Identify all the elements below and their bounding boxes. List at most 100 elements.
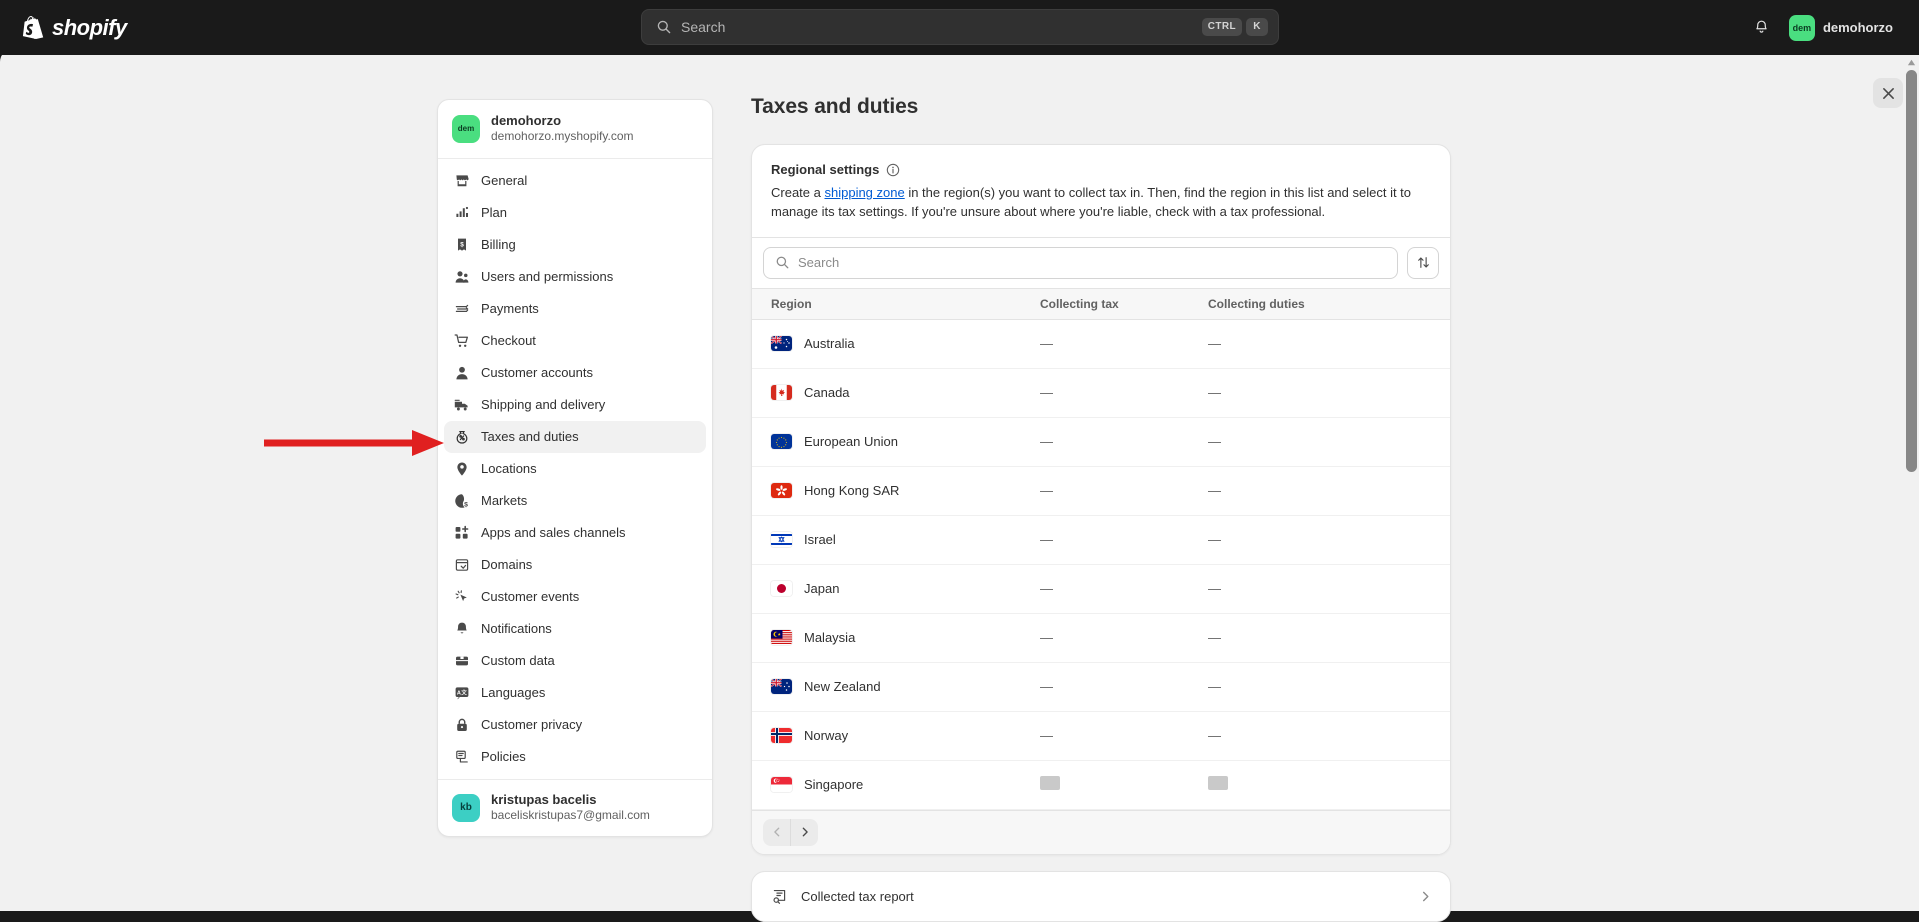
region-name: Norway (804, 728, 848, 743)
info-icon[interactable] (886, 163, 900, 177)
report-icon (771, 888, 788, 905)
sidebar-item-customer-privacy[interactable]: Customer privacy (444, 709, 706, 741)
table-row[interactable]: European Union — — (752, 417, 1450, 466)
sidebar-item-label: Users and permissions (481, 269, 613, 284)
collecting-duties-value: — (1208, 483, 1221, 498)
shipping-zone-link[interactable]: shipping zone (824, 185, 904, 200)
collecting-duties-value: — (1208, 434, 1221, 449)
language-icon: A文 (453, 684, 470, 701)
shopify-logo[interactable]: shopify (22, 15, 127, 41)
global-search-bar[interactable]: CTRL K (641, 9, 1279, 45)
sidebar-item-label: Custom data (481, 653, 555, 668)
sort-button[interactable] (1407, 247, 1439, 279)
user-account-footer[interactable]: kb kristupas bacelis baceliskristupas7@g… (438, 779, 712, 836)
table-row[interactable]: New Zealand — — (752, 662, 1450, 711)
sidebar-item-locations[interactable]: Locations (444, 453, 706, 485)
sidebar-item-label: General (481, 173, 527, 188)
sidebar-item-policies[interactable]: Policies (444, 741, 706, 773)
page-scrollbar-thumb[interactable] (1906, 70, 1917, 472)
search-icon (656, 19, 672, 35)
table-header: Region Collecting tax Collecting duties (752, 288, 1450, 319)
flag-au (771, 336, 792, 351)
table-row[interactable]: Singapore (752, 760, 1450, 809)
flag-jp (771, 581, 792, 596)
sidebar-item-customer-events[interactable]: Customer events (444, 581, 706, 613)
global-search-input[interactable] (681, 19, 1202, 35)
chevron-left-icon (772, 827, 782, 837)
store-switcher[interactable]: dem demohorzo demohorzo.myshopify.com (438, 100, 712, 159)
flag-no (771, 728, 792, 743)
store-icon (453, 172, 470, 189)
table-row[interactable]: Japan — — (752, 564, 1450, 613)
user-email: baceliskristupas7@gmail.com (491, 808, 650, 824)
sidebar-item-plan[interactable]: Plan (444, 197, 706, 229)
flag-nz (771, 679, 792, 694)
close-icon (1882, 87, 1895, 100)
settings-nav-list: General Plan $ Billing Users and permiss… (438, 159, 712, 779)
table-row[interactable]: Malaysia — — (752, 613, 1450, 662)
sidebar-item-domains[interactable]: Domains (444, 549, 706, 581)
bell-icon (453, 620, 470, 637)
sidebar-item-label: Plan (481, 205, 507, 220)
chevron-right-icon (800, 827, 810, 837)
close-settings-button[interactable] (1873, 78, 1903, 108)
sidebar-item-label: Policies (481, 749, 526, 764)
scroll-up-arrow-icon[interactable] (1907, 58, 1916, 67)
sidebar-item-label: Domains (481, 557, 532, 572)
sidebar-item-notifications[interactable]: Notifications (444, 613, 706, 645)
sidebar-item-billing[interactable]: $ Billing (444, 229, 706, 261)
account-menu-button[interactable]: dem demohorzo (1785, 11, 1903, 45)
flag-sg (771, 777, 792, 792)
flag-my (771, 630, 792, 645)
sort-icon (1416, 255, 1431, 270)
notifications-button[interactable] (1745, 11, 1779, 45)
collecting-tax-value: — (1040, 336, 1053, 351)
section-description: Create a shipping zone in the region(s) … (771, 184, 1431, 222)
table-row[interactable]: Israel — — (752, 515, 1450, 564)
sidebar-item-label: Payments (481, 301, 539, 316)
table-row[interactable]: Australia — — (752, 319, 1450, 368)
chart-icon (453, 204, 470, 221)
pagination-next-button[interactable] (791, 819, 818, 846)
flag-il (771, 532, 792, 547)
collecting-duties-loading-skeleton (1208, 776, 1228, 790)
apps-icon (453, 524, 470, 541)
search-icon (775, 255, 790, 270)
user-avatar: kb (452, 794, 480, 822)
settings-sidebar: dem demohorzo demohorzo.myshopify.com Ge… (437, 99, 713, 837)
collecting-duties-value: — (1208, 728, 1221, 743)
column-header-collecting-duties: Collecting duties (1208, 288, 1450, 319)
region-name: Malaysia (804, 630, 855, 645)
regional-settings-card: Regional settings Create a shipping zone… (751, 144, 1451, 855)
cursor-click-icon (453, 588, 470, 605)
sidebar-item-languages[interactable]: A文 Languages (444, 677, 706, 709)
sidebar-item-custom-data[interactable]: Custom data (444, 645, 706, 677)
column-header-collecting-tax: Collecting tax (1040, 288, 1208, 319)
collecting-tax-value: — (1040, 581, 1053, 596)
region-name: Hong Kong SAR (804, 483, 899, 498)
regions-search-input[interactable] (798, 255, 1386, 270)
sidebar-item-label: Apps and sales channels (481, 525, 626, 540)
pagination-previous-button[interactable] (763, 819, 790, 846)
sidebar-item-markets[interactable]: $ Markets (444, 485, 706, 517)
sidebar-item-users-and-permissions[interactable]: Users and permissions (444, 261, 706, 293)
sidebar-item-checkout[interactable]: Checkout (444, 325, 706, 357)
sidebar-item-customer-accounts[interactable]: Customer accounts (444, 357, 706, 389)
table-row[interactable]: Hong Kong SAR — — (752, 466, 1450, 515)
sidebar-item-payments[interactable]: Payments (444, 293, 706, 325)
sidebar-item-label: Markets (481, 493, 527, 508)
table-row[interactable]: Canada — — (752, 368, 1450, 417)
table-row[interactable]: Norway — — (752, 711, 1450, 760)
sidebar-item-label: Languages (481, 685, 545, 700)
main-content: Taxes and duties Regional settings Creat… (751, 95, 1451, 922)
sidebar-item-apps-and-sales-channels[interactable]: Apps and sales channels (444, 517, 706, 549)
region-name: Singapore (804, 777, 863, 792)
regions-search-box[interactable] (763, 247, 1398, 279)
users-icon (453, 268, 470, 285)
sidebar-item-shipping-and-delivery[interactable]: Shipping and delivery (444, 389, 706, 421)
collected-tax-report-link[interactable]: Collected tax report (752, 872, 1450, 921)
policies-icon (453, 748, 470, 765)
sidebar-item-taxes-and-duties[interactable]: Taxes and duties (444, 421, 706, 453)
sidebar-item-general[interactable]: General (444, 165, 706, 197)
collecting-duties-value: — (1208, 532, 1221, 547)
